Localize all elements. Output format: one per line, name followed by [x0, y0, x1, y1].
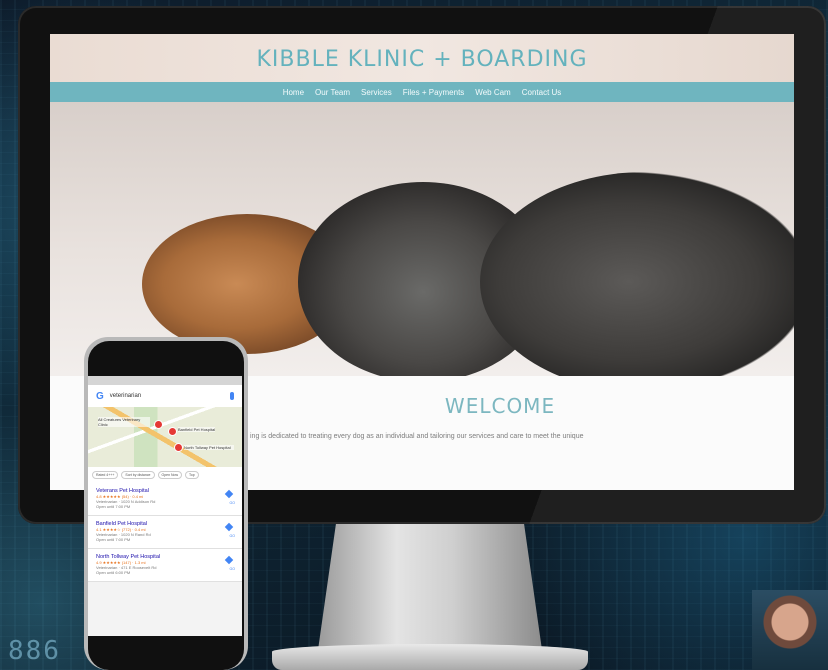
result-item[interactable]: Banfield Pet Hospital 4.1 ★★★★☆ (772) · … — [88, 516, 242, 549]
directions-label[interactable]: GO — [230, 534, 235, 538]
directions-label[interactable]: GO — [230, 567, 235, 571]
welcome-title: WELCOME — [444, 394, 556, 418]
map-pin-label: North Tollway Pet Hospital — [184, 445, 234, 450]
background-photo — [752, 590, 828, 670]
google-search-bar[interactable]: G veterinarian — [88, 385, 242, 407]
dog-gray-body — [480, 172, 794, 376]
chip[interactable]: Rated 4+++ — [92, 471, 119, 479]
monitor-stand — [318, 524, 542, 650]
directions-label[interactable]: GO — [230, 501, 235, 505]
nav-files-payments[interactable]: Files + Payments — [403, 88, 465, 97]
filter-chips: Rated 4+++ Sort by distance Open Now Top — [88, 467, 242, 483]
site-nav: Home Our Team Services Files + Payments … — [50, 82, 794, 102]
nav-contact-us[interactable]: Contact Us — [522, 88, 562, 97]
site-title[interactable]: KIBBLE KLINIC + BOARDING — [50, 47, 794, 72]
map-pin[interactable] — [154, 420, 163, 429]
result-item[interactable]: Veterans Pet Hospital 4.8 ★★★★★ (54) · 0… — [88, 483, 242, 516]
hero-image-dogs — [50, 102, 794, 376]
mic-icon[interactable] — [230, 392, 234, 400]
result-hours: Open until 7:00 PM — [96, 504, 131, 509]
result-hours: Open until 7:00 PM — [96, 537, 131, 542]
result-hours: Open until 6:00 PM — [96, 570, 131, 575]
nav-services[interactable]: Services — [361, 88, 392, 97]
map-pin[interactable] — [174, 443, 183, 452]
nav-our-team[interactable]: Our Team — [315, 88, 350, 97]
background-digits: 886 — [8, 636, 61, 666]
map-pin[interactable] — [168, 427, 177, 436]
chip[interactable]: Open Now — [157, 471, 183, 479]
welcome-text: ing is dedicated to treating every dog a… — [250, 433, 584, 440]
map-pin-label: Banfield Pet Hospital — [178, 427, 216, 432]
site-header: KIBBLE KLINIC + BOARDING — [50, 34, 794, 82]
google-icon: G — [96, 390, 104, 402]
chip[interactable]: Top — [185, 471, 199, 479]
monitor-base — [272, 644, 588, 670]
phone-status-bar — [88, 376, 242, 385]
nav-home[interactable]: Home — [283, 88, 304, 97]
search-query[interactable]: veterinarian — [110, 393, 141, 399]
chip[interactable]: Sort by distance — [121, 471, 155, 479]
nav-web-cam[interactable]: Web Cam — [475, 88, 510, 97]
phone-screen: G veterinarian All Creatures Veterinary … — [88, 376, 242, 636]
result-item[interactable]: North Tollway Pet Hospital 4.9 ★★★★★ (14… — [88, 549, 242, 582]
results-map[interactable]: All Creatures Veterinary Clinic Banfield… — [88, 407, 242, 467]
map-pin-label: All Creatures Veterinary Clinic — [98, 417, 150, 427]
